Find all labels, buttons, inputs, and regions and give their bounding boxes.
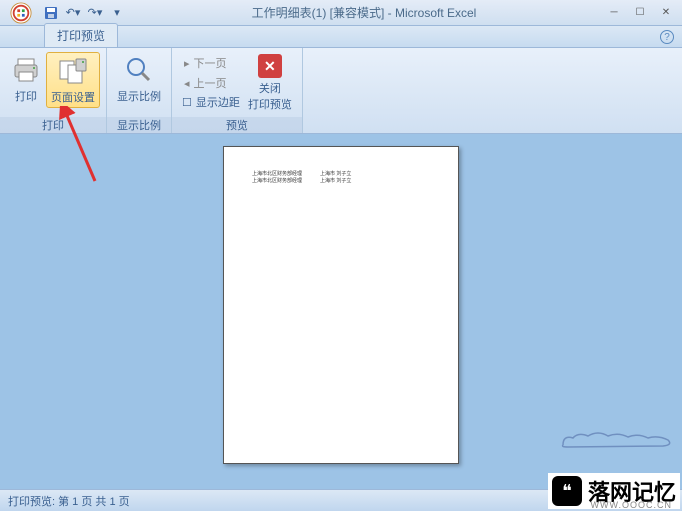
group-zoom: 显示比例 显示比例 bbox=[107, 48, 172, 133]
window-controls: ─ ☐ ✕ bbox=[602, 5, 678, 21]
arrow-left-icon: ◂ bbox=[184, 77, 190, 90]
close-label-2: 打印预览 bbox=[248, 96, 292, 112]
office-button[interactable] bbox=[4, 2, 38, 24]
group-print-label: 打印 bbox=[0, 117, 106, 133]
status-text: 打印预览: 第 1 页 共 1 页 bbox=[8, 493, 130, 509]
close-label-1: 关闭 bbox=[259, 80, 281, 96]
page-preview: 上海市北区财务部经理 上海市 刘子立 上海市北区财务部经理 上海市 刘子立 bbox=[223, 146, 459, 464]
show-margins-checkbox[interactable]: ☐ 显示边距 bbox=[182, 94, 240, 110]
page-setup-label: 页面设置 bbox=[51, 89, 95, 105]
page-setup-icon bbox=[57, 55, 89, 87]
save-icon[interactable] bbox=[42, 4, 60, 22]
qat-dropdown-icon[interactable]: ▾ bbox=[108, 4, 126, 22]
zoom-label: 显示比例 bbox=[117, 88, 161, 104]
group-preview: ▸ 下一页 ◂ 上一页 ☐ 显示边距 ✕ 关闭 打印预览 预览 bbox=[172, 48, 303, 133]
redo-icon[interactable]: ↷▾ bbox=[86, 4, 104, 22]
arrow-right-icon: ▸ bbox=[184, 57, 190, 70]
help-icon[interactable]: ? bbox=[660, 30, 674, 44]
magnifier-icon bbox=[123, 54, 155, 86]
group-preview-label: 预览 bbox=[172, 117, 302, 133]
ribbon: 打印 页面设置 打印 显示比例 显示比例 bbox=[0, 48, 682, 134]
decorative-cloud bbox=[558, 430, 678, 450]
print-button[interactable]: 打印 bbox=[6, 52, 46, 106]
group-print: 打印 页面设置 打印 bbox=[0, 48, 107, 133]
minimize-button[interactable]: ─ bbox=[602, 5, 626, 21]
close-x-icon: ✕ bbox=[258, 54, 282, 78]
zoom-button[interactable]: 显示比例 bbox=[113, 52, 165, 106]
quick-access-toolbar: ↶▾ ↷▾ ▾ bbox=[42, 4, 126, 22]
prev-page-button[interactable]: ◂ 上一页 bbox=[182, 74, 240, 92]
undo-icon[interactable]: ↶▾ bbox=[64, 4, 82, 22]
tab-print-preview[interactable]: 打印预览 bbox=[44, 23, 118, 47]
print-label: 打印 bbox=[15, 88, 37, 104]
page-setup-button[interactable]: 页面设置 bbox=[46, 52, 100, 108]
close-preview-button[interactable]: ✕ 关闭 打印预览 bbox=[244, 52, 296, 114]
window-title: 工作明细表(1) [兼容模式] - Microsoft Excel bbox=[126, 4, 602, 21]
watermark-logo-icon: ❝ bbox=[552, 476, 582, 506]
maximize-button[interactable]: ☐ bbox=[628, 5, 652, 21]
ribbon-tabs: 打印预览 ? bbox=[0, 26, 682, 48]
watermark: ❝ 落网记忆 WWW.OOOC.CN bbox=[548, 473, 680, 509]
next-page-button[interactable]: ▸ 下一页 bbox=[182, 54, 240, 72]
page-content: 上海市北区财务部经理 上海市 刘子立 上海市北区财务部经理 上海市 刘子立 bbox=[252, 171, 430, 185]
watermark-url: WWW.OOOC.CN bbox=[591, 500, 673, 510]
printer-icon bbox=[10, 54, 42, 86]
checkbox-icon: ☐ bbox=[182, 96, 192, 109]
group-zoom-label: 显示比例 bbox=[107, 117, 171, 133]
close-button[interactable]: ✕ bbox=[654, 5, 678, 21]
